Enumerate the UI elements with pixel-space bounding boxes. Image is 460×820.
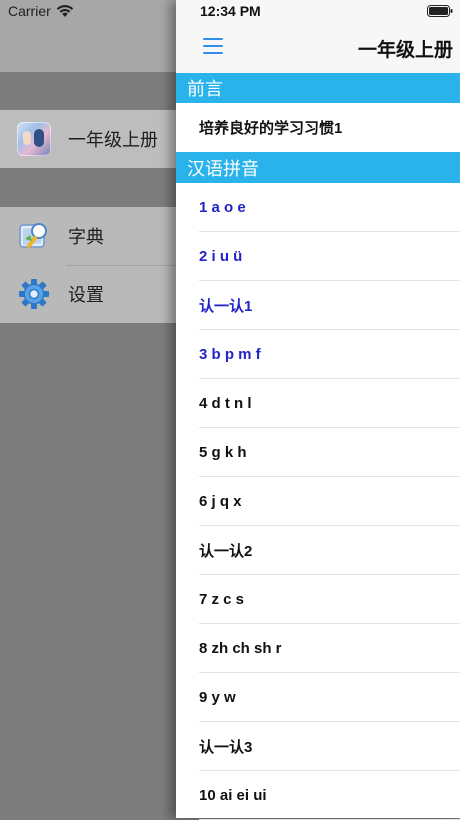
lesson-item[interactable]: 认一认1	[176, 281, 460, 330]
menu-item-dictionary[interactable]: 字典	[0, 207, 200, 265]
section-header-preface: 前言	[176, 73, 460, 103]
book-cover-icon	[17, 122, 51, 156]
battery-icon	[427, 5, 453, 17]
lesson-item[interactable]: 1 a o e	[176, 183, 460, 232]
preface-item[interactable]: 培养良好的学习习惯1	[176, 103, 460, 152]
lesson-item[interactable]: 2 i u ü	[176, 232, 460, 281]
lesson-item[interactable]: 6 j q x	[176, 477, 460, 526]
gear-icon	[19, 279, 49, 309]
side-drawer: Carrier 一年级上册 字典 设置	[0, 0, 200, 818]
lesson-item[interactable]: 认一认2	[176, 526, 460, 575]
carrier-label: Carrier	[8, 3, 51, 19]
menu-item-settings[interactable]: 设置	[0, 265, 200, 323]
lesson-item[interactable]: 4 d t n l	[176, 379, 460, 428]
lesson-item[interactable]: 9 y w	[176, 673, 460, 722]
dictionary-icon	[19, 223, 47, 248]
current-book-label: 一年级上册	[68, 130, 158, 150]
lesson-item[interactable]: 7 z c s	[176, 575, 460, 624]
lesson-item[interactable]: 10 ai ei ui	[176, 771, 460, 820]
lesson-item[interactable]: 8 zh ch sh r	[176, 624, 460, 673]
lesson-item[interactable]: 3 b p m f	[176, 330, 460, 379]
hamburger-menu-icon[interactable]	[203, 38, 223, 54]
main-panel: 12:34 PM 一年级上册 前言 培养良好的学习习惯1 汉语拼音 1 a o …	[176, 0, 460, 820]
current-book-item[interactable]: 一年级上册	[0, 110, 200, 168]
wifi-icon	[56, 5, 73, 17]
lesson-item[interactable]: 认一认3	[176, 722, 460, 771]
section-header-pinyin: 汉语拼音	[176, 152, 460, 183]
lesson-item[interactable]: 5 g k h	[176, 428, 460, 477]
lesson-list: 1 a o e 2 i u ü 认一认1 3 b p m f 4 d t n l…	[176, 183, 460, 820]
status-time: 12:34 PM	[200, 3, 261, 19]
menu-item-settings-label: 设置	[68, 285, 104, 305]
drawer-menu: 字典 设置	[0, 207, 200, 323]
status-bar-left: Carrier	[8, 3, 74, 19]
menu-item-dictionary-label: 字典	[68, 227, 104, 247]
drawer-header: Carrier	[0, 0, 200, 72]
page-title: 一年级上册	[357, 40, 453, 61]
navigation-bar: 12:34 PM 一年级上册	[176, 0, 460, 73]
